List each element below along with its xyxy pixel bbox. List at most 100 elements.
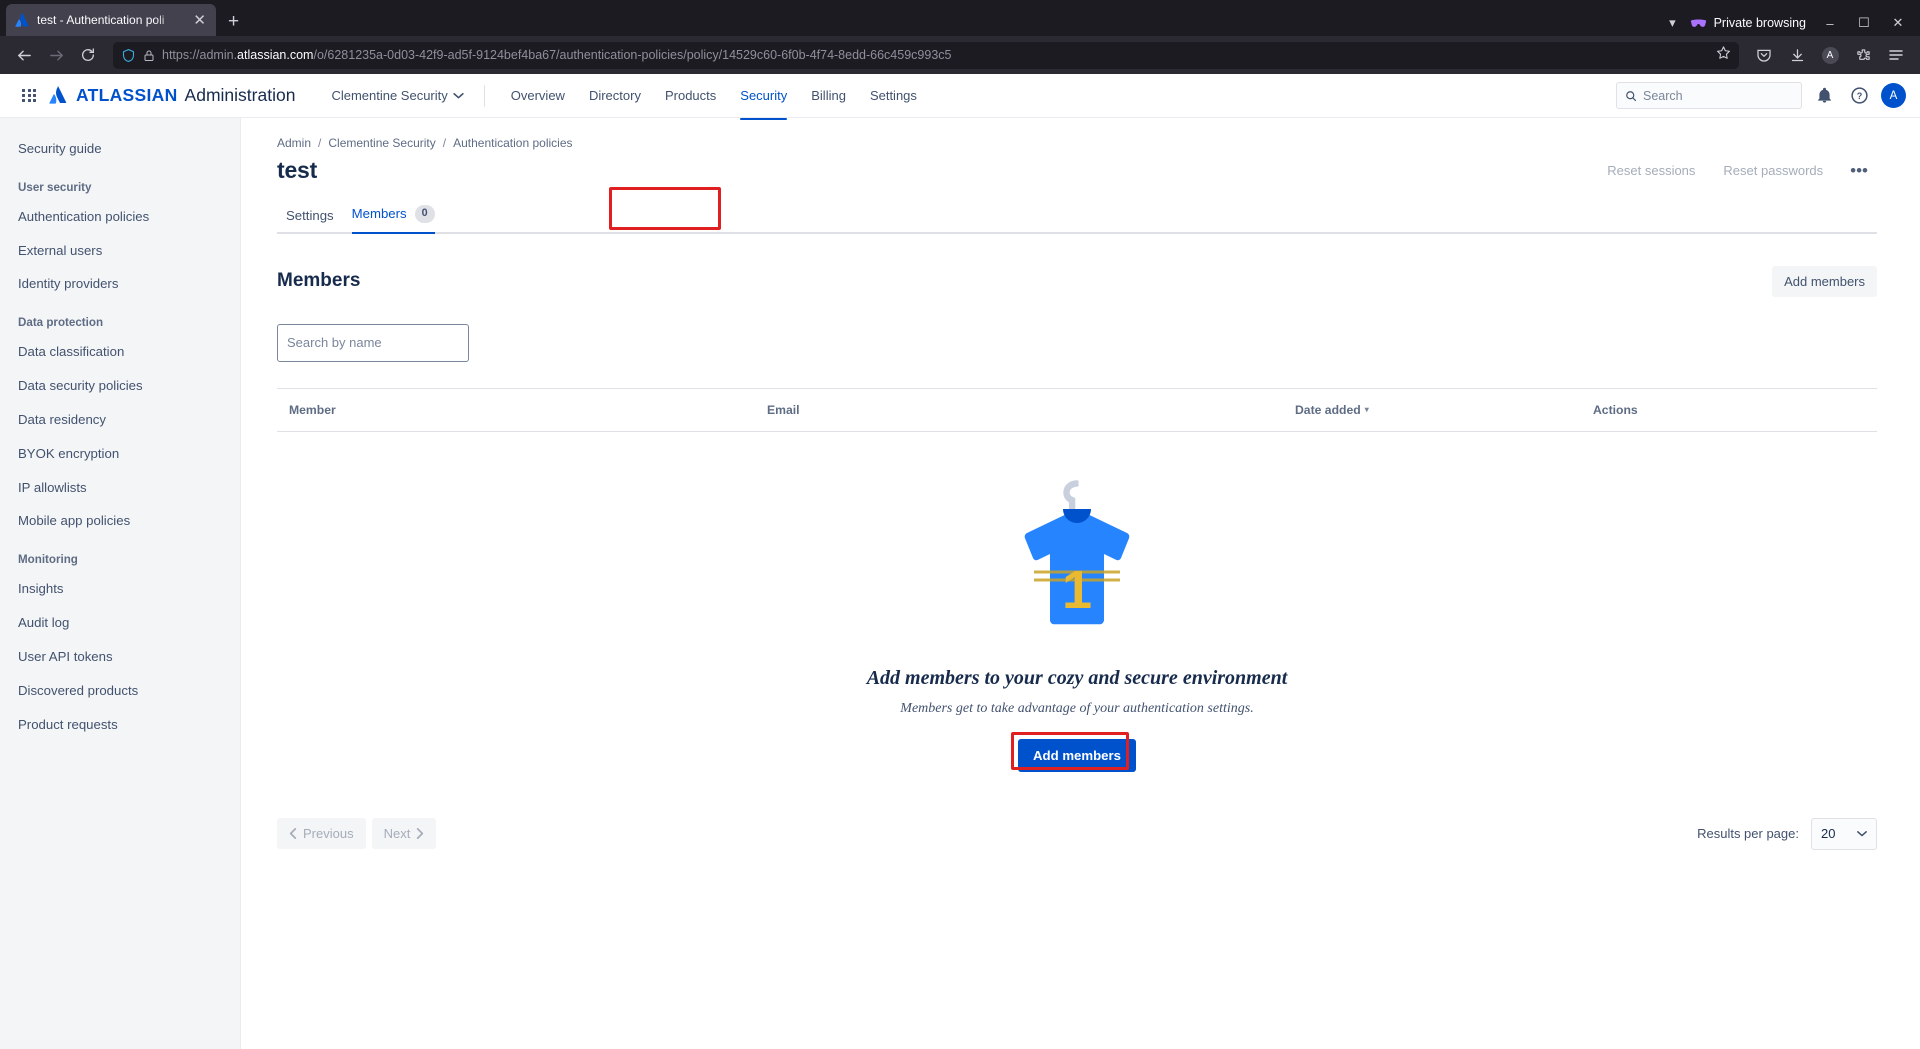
tab-members[interactable]: Members 0 [343, 197, 444, 232]
previous-page-label: Previous [303, 826, 354, 841]
sidebar-heading-user-security: User security [0, 166, 240, 200]
extensions-button[interactable] [1848, 41, 1878, 69]
sidebar-item-external-users[interactable]: External users [0, 234, 240, 268]
browser-window: test - Authentication poli ✕ + ▾ Private… [0, 0, 1920, 1049]
sidebar-item-mobile-app-policies[interactable]: Mobile app policies [0, 504, 240, 538]
org-switcher[interactable]: Clementine Security [325, 83, 469, 108]
breadcrumb-separator: / [318, 136, 321, 150]
empty-state-cta-wrapper: Add members [1018, 717, 1136, 772]
sidebar-item-data-security-policies[interactable]: Data security policies [0, 369, 240, 403]
nav-item-products[interactable]: Products [653, 82, 728, 109]
sidebar-item-insights[interactable]: Insights [0, 572, 240, 606]
browser-toolbar-right: A [1749, 41, 1911, 69]
more-actions-button[interactable]: ••• [1841, 160, 1877, 181]
svg-text:1: 1 [1062, 560, 1092, 620]
sidebar-item-audit-log[interactable]: Audit log [0, 606, 240, 640]
brand-logo-link[interactable]: ATLASSIAN Administration [48, 85, 295, 106]
web-page: ATLASSIAN Administration Clementine Secu… [0, 74, 1920, 1049]
next-page-label: Next [384, 826, 411, 841]
tab-members-label: Members [352, 206, 407, 221]
chevron-down-icon[interactable]: ▾ [1669, 15, 1676, 31]
reset-sessions-button[interactable]: Reset sessions [1597, 156, 1705, 185]
shield-icon[interactable] [121, 48, 136, 63]
avatar[interactable]: A [1881, 83, 1906, 108]
back-button[interactable] [9, 41, 39, 69]
page-title: test [277, 157, 317, 184]
app-menu-button[interactable] [1881, 41, 1911, 69]
app-switcher-icon [22, 89, 36, 103]
svg-text:?: ? [1856, 91, 1862, 101]
browser-tab[interactable]: test - Authentication poli ✕ [6, 4, 216, 36]
results-per-page-label: Results per page: [1697, 826, 1799, 841]
plus-icon[interactable]: + [228, 12, 239, 31]
sidebar-item-user-api-tokens[interactable]: User API tokens [0, 640, 240, 674]
next-page-button[interactable]: Next [372, 818, 437, 849]
members-table: Member Email Date added ▾ Actions [277, 388, 1877, 772]
pocket-button[interactable] [1749, 41, 1779, 69]
arrow-right-icon [48, 47, 65, 64]
empty-state: 1 Add members to your cozy and secure en… [277, 432, 1877, 772]
mask-icon [1690, 18, 1707, 29]
nav-item-settings[interactable]: Settings [858, 82, 929, 109]
sidebar-item-authentication-policies[interactable]: Authentication policies [0, 200, 240, 234]
sidebar-item-security-guide[interactable]: Security guide [0, 132, 240, 166]
results-per-page-select[interactable]: 20 [1811, 818, 1877, 850]
breadcrumb-item-org[interactable]: Clementine Security [328, 136, 435, 150]
close-icon[interactable]: ✕ [191, 13, 208, 28]
help-button[interactable]: ? [1846, 83, 1872, 109]
tabstrip-right-controls: ▾ Private browsing – ☐ ✕ [1669, 15, 1920, 31]
nav-item-directory[interactable]: Directory [577, 82, 653, 109]
results-per-page-value: 20 [1821, 826, 1835, 841]
reload-button[interactable] [73, 41, 103, 69]
search-by-name-input[interactable]: Search by name [277, 324, 469, 362]
empty-state-heading: Add members to your cozy and secure envi… [867, 667, 1288, 690]
highlight-box-members-tab [609, 187, 721, 230]
nav-item-overview[interactable]: Overview [499, 82, 577, 109]
sidebar-item-data-classification[interactable]: Data classification [0, 335, 240, 369]
private-browsing-indicator: Private browsing [1690, 16, 1806, 30]
window-minimize-button[interactable]: – [1820, 16, 1840, 31]
column-header-date-added[interactable]: Date added ▾ [1295, 403, 1593, 417]
breadcrumb-item-admin[interactable]: Admin [277, 136, 311, 150]
hamburger-menu-icon [1888, 48, 1904, 62]
sidebar-item-product-requests[interactable]: Product requests [0, 708, 240, 742]
page-header-actions: Reset sessions Reset passwords ••• [1597, 156, 1877, 185]
private-browsing-label: Private browsing [1714, 16, 1806, 30]
column-header-date-added-label: Date added [1295, 403, 1361, 417]
window-close-button[interactable]: ✕ [1888, 15, 1908, 31]
brand-product-text: Administration [185, 85, 296, 106]
downloads-button[interactable] [1782, 41, 1812, 69]
window-maximize-button[interactable]: ☐ [1854, 15, 1874, 31]
add-members-button-top[interactable]: Add members [1772, 266, 1877, 297]
url-domain: atlassian.com [237, 48, 313, 62]
reset-passwords-button[interactable]: Reset passwords [1713, 156, 1833, 185]
nav-item-billing[interactable]: Billing [799, 82, 858, 109]
tab-members-count-badge: 0 [415, 205, 435, 223]
previous-page-button[interactable]: Previous [277, 818, 366, 849]
header-right-controls: Search ? A [1616, 82, 1906, 109]
sidebar-item-data-residency[interactable]: Data residency [0, 403, 240, 437]
account-icon: A [1822, 47, 1839, 64]
sidebar-item-discovered-products[interactable]: Discovered products [0, 674, 240, 708]
search-icon [1625, 90, 1637, 102]
bookmark-button[interactable] [1716, 45, 1731, 65]
notifications-button[interactable] [1811, 83, 1837, 109]
sidebar-item-identity-providers[interactable]: Identity providers [0, 267, 240, 301]
account-button[interactable]: A [1815, 41, 1845, 69]
atlassian-logo [48, 85, 69, 106]
sidebar-heading-data-protection: Data protection [0, 301, 240, 335]
lock-icon [143, 49, 155, 62]
forward-button[interactable] [41, 41, 71, 69]
url-bar[interactable]: https://admin.atlassian.com/o/6281235a-0… [113, 42, 1739, 69]
app-switcher-button[interactable] [14, 81, 44, 111]
add-members-button-cta[interactable]: Add members [1018, 739, 1136, 772]
nav-item-security[interactable]: Security [728, 82, 799, 109]
breadcrumb-item-authentication-policies[interactable]: Authentication policies [453, 136, 572, 150]
tab-settings[interactable]: Settings [277, 200, 343, 232]
search-input[interactable]: Search [1616, 82, 1802, 109]
results-per-page: Results per page: 20 [1697, 818, 1877, 850]
chevron-down-icon [453, 92, 464, 99]
sidebar-item-ip-allowlists[interactable]: IP allowlists [0, 471, 240, 505]
sidebar-item-byok-encryption[interactable]: BYOK encryption [0, 437, 240, 471]
url-scheme: https://admin. [162, 48, 237, 62]
